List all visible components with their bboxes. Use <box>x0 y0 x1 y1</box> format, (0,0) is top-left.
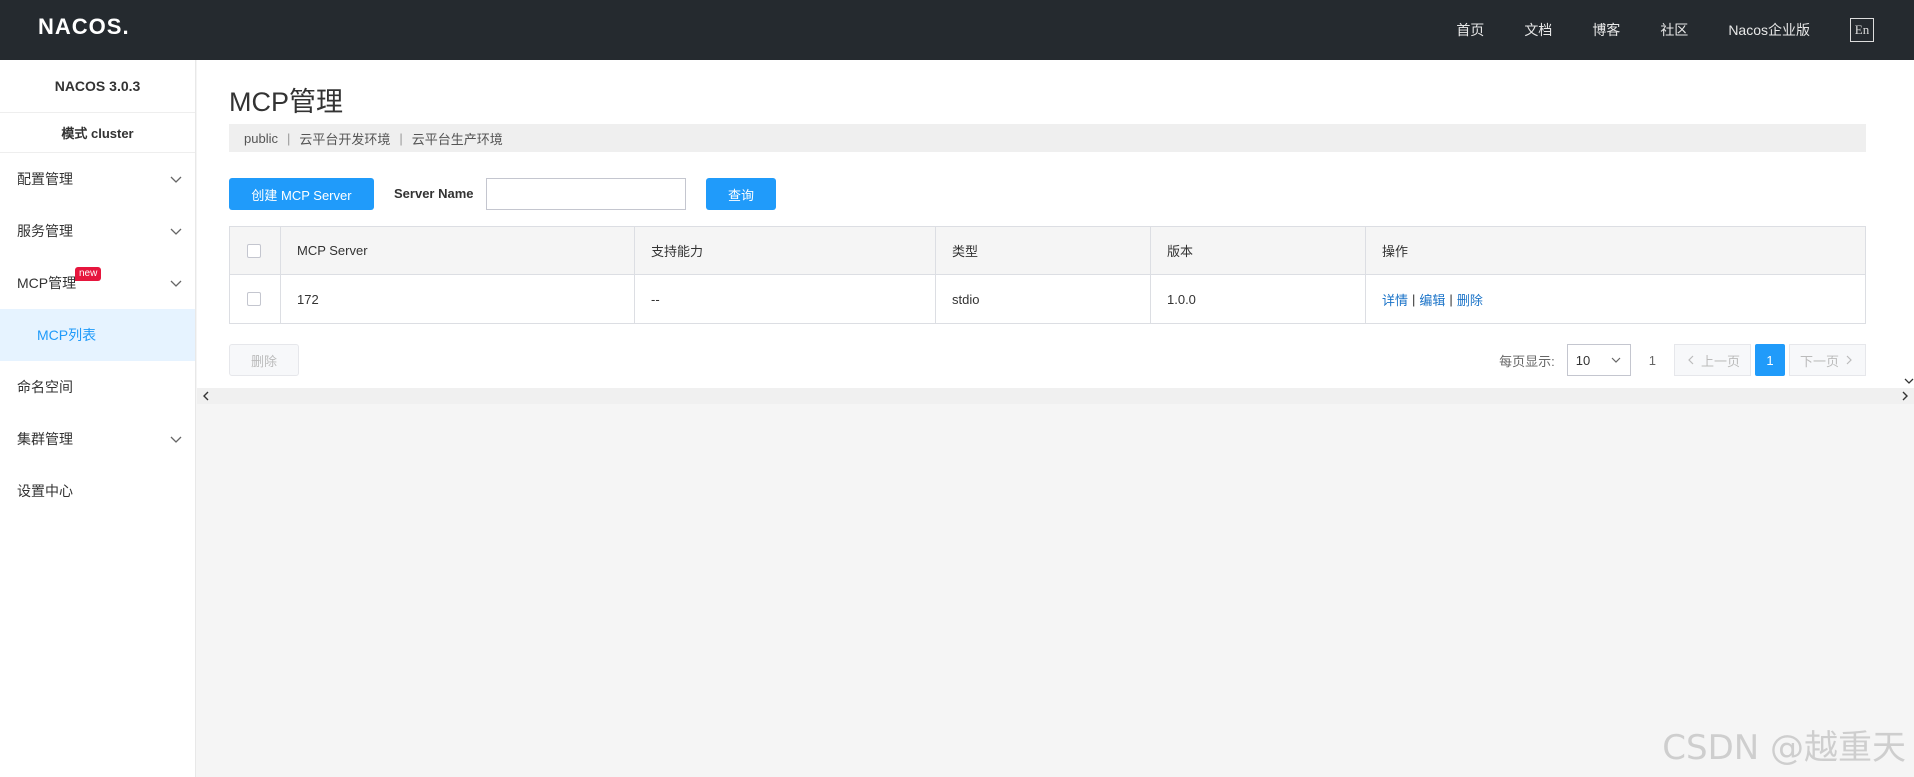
sidebar-item-namespace[interactable]: 命名空间 <box>0 361 195 413</box>
scroll-down-icon[interactable] <box>1904 376 1914 386</box>
chevron-down-icon <box>170 280 182 287</box>
sidebar-item-service[interactable]: 服务管理 <box>0 205 195 257</box>
header-mcp-server: MCP Server <box>281 227 635 274</box>
select-all-checkbox[interactable] <box>247 243 261 258</box>
batch-delete-button[interactable]: 删除 <box>229 344 299 376</box>
sidebar-item-mcp[interactable]: MCP管理 new <box>0 257 195 309</box>
main-panel: MCP管理 public | 云平台开发环境 | 云平台生产环境 创建 MCP … <box>197 60 1904 388</box>
top-header: NACOS. 首页 文档 博客 社区 Nacos企业版 En <box>0 0 1914 60</box>
prev-page-button[interactable]: 上一页 <box>1673 344 1751 376</box>
version-label: NACOS 3.0.3 <box>0 60 195 113</box>
sidebar-item-label: MCP列表 <box>37 327 97 343</box>
cell-capability: -- <box>635 275 936 323</box>
cell-type: stdio <box>936 275 1151 323</box>
top-nav: 首页 文档 博客 社区 Nacos企业版 En <box>1456 0 1914 60</box>
current-page-button[interactable]: 1 <box>1754 344 1785 376</box>
page-title: MCP管理 <box>229 87 343 117</box>
header-operations: 操作 <box>1382 244 1409 259</box>
sidebar-item-label: 集群管理 <box>17 431 73 447</box>
prev-page-label: 上一页 <box>1700 353 1740 369</box>
language-toggle[interactable]: En <box>1850 18 1874 42</box>
nav-community[interactable]: 社区 <box>1660 20 1688 40</box>
query-button[interactable]: 查询 <box>706 178 776 210</box>
page-total: 1 <box>1648 352 1656 368</box>
sidebar: NACOS 3.0.3 模式 cluster 配置管理 服务管理 MCP管理 n… <box>0 60 196 777</box>
cell-operations: 详情 | 编辑 | 删除 <box>1366 275 1865 323</box>
scroll-right-icon[interactable] <box>1900 390 1910 402</box>
namespace-separator: | <box>286 130 291 146</box>
namespace-bar: public | 云平台开发环境 | 云平台生产环境 <box>229 124 1866 152</box>
mcp-server-table: MCP Server 支持能力 类型 版本 操作 172 -- stdio 1.… <box>229 226 1866 324</box>
header-version: 版本 <box>1151 227 1366 274</box>
sidebar-item-label: MCP管理 <box>17 275 77 291</box>
op-separator: | <box>1412 291 1416 307</box>
new-badge: new <box>75 267 102 281</box>
cell-name: 172 <box>281 275 635 323</box>
cell-version: 1.0.0 <box>1151 275 1366 323</box>
scroll-left-icon[interactable] <box>201 390 211 402</box>
sidebar-item-label: 服务管理 <box>17 223 73 239</box>
next-page-label: 下一页 <box>1799 353 1839 369</box>
sidebar-item-cluster[interactable]: 集群管理 <box>0 413 195 465</box>
namespace-public[interactable]: public <box>244 131 278 146</box>
table-header-row: MCP Server 支持能力 类型 版本 操作 <box>230 227 1865 275</box>
namespace-dev[interactable]: 云平台开发环境 <box>299 129 390 148</box>
nav-home[interactable]: 首页 <box>1456 20 1484 40</box>
sidebar-item-label: 配置管理 <box>17 171 73 187</box>
chevron-down-icon <box>1611 357 1621 363</box>
chevron-down-icon <box>170 436 182 443</box>
sidebar-item-label: 设置中心 <box>17 483 73 499</box>
chevron-down-icon <box>170 176 182 183</box>
header-checkbox-cell <box>230 227 281 274</box>
chevron-left-icon <box>1688 355 1694 365</box>
header-type: 类型 <box>936 227 1151 274</box>
nav-blog[interactable]: 博客 <box>1592 20 1620 40</box>
row-checkbox-cell <box>230 275 281 323</box>
nav-enterprise[interactable]: Nacos企业版 <box>1728 20 1810 40</box>
op-separator: | <box>1449 291 1453 307</box>
sidebar-item-config[interactable]: 配置管理 <box>0 153 195 205</box>
namespace-separator: | <box>399 130 403 146</box>
pagination: 每页显示: 10 1 上一页 1 下一页 <box>1499 344 1866 376</box>
nav-docs[interactable]: 文档 <box>1524 20 1552 40</box>
namespace-prod[interactable]: 云平台生产环境 <box>412 129 503 148</box>
page-size-value: 10 <box>1575 352 1591 368</box>
sidebar-item-mcp-list[interactable]: MCP列表 <box>0 309 195 361</box>
server-name-label: Server Name <box>394 186 474 201</box>
vertical-scrollbar[interactable] <box>1904 60 1914 388</box>
chevron-right-icon <box>1846 355 1852 365</box>
page-size-label: 每页显示: <box>1499 353 1555 369</box>
detail-link[interactable]: 详情 <box>1382 290 1408 309</box>
delete-link[interactable]: 删除 <box>1457 290 1483 309</box>
horizontal-scrollbar[interactable] <box>197 388 1914 404</box>
sidebar-item-settings[interactable]: 设置中心 <box>0 465 195 517</box>
watermark: CSDN @越重天 <box>1662 728 1906 768</box>
edit-link[interactable]: 编辑 <box>1419 290 1445 309</box>
mode-label: 模式 cluster <box>0 113 195 153</box>
row-checkbox[interactable] <box>247 292 261 306</box>
create-mcp-server-button[interactable]: 创建 MCP Server <box>229 178 374 210</box>
table-row: 172 -- stdio 1.0.0 详情 | 编辑 | 删除 <box>230 275 1865 323</box>
chevron-down-icon <box>170 228 182 235</box>
next-page-button[interactable]: 下一页 <box>1788 344 1866 376</box>
sidebar-item-label: 命名空间 <box>17 379 73 395</box>
header-capability: 支持能力 <box>635 227 936 274</box>
page-size-select[interactable]: 10 <box>1566 344 1631 376</box>
server-name-input[interactable] <box>486 178 686 210</box>
nacos-logo[interactable]: NACOS. <box>38 14 130 40</box>
